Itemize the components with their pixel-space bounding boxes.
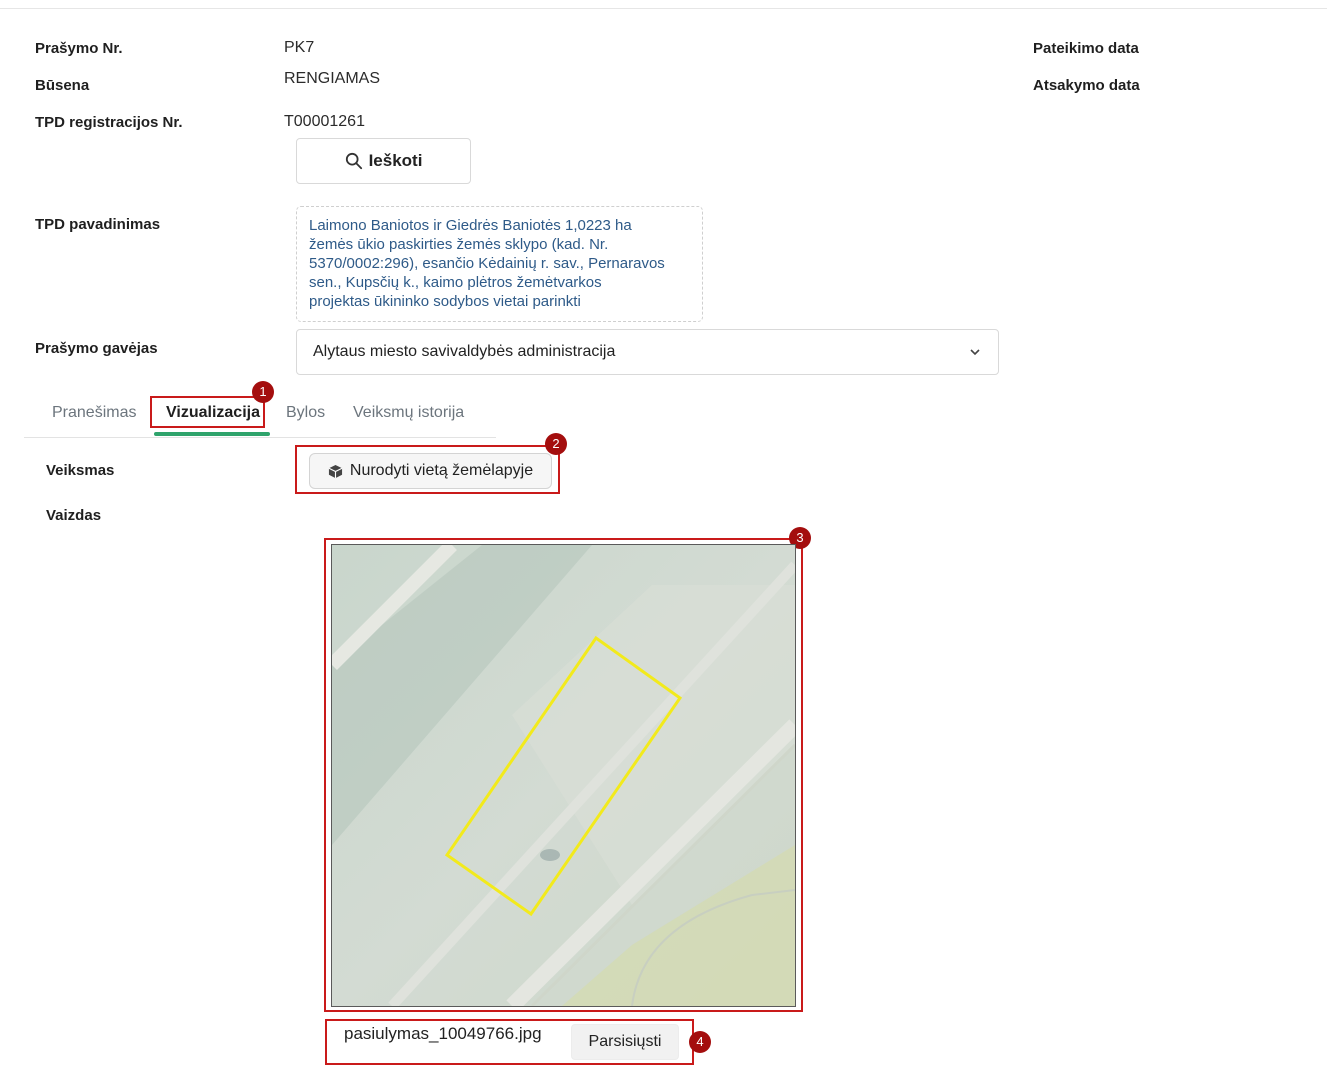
search-icon: [345, 152, 362, 170]
tab-bylos[interactable]: Bylos: [286, 404, 325, 422]
busena-value: RENGIAMAS: [284, 70, 381, 87]
prasymo-nr-value: PK7: [284, 39, 315, 56]
top-divider: [0, 8, 1327, 9]
view-label: Vaizdas: [46, 507, 102, 524]
pateikimo-data-label: Pateikimo data: [1033, 40, 1139, 57]
tab-veiksmu-istorija[interactable]: Veiksmų istorija: [353, 404, 464, 422]
aerial-map-graphic: [332, 545, 795, 1006]
annotation-box-4: [325, 1019, 694, 1065]
tpd-name-line: žemės ūkio paskirties žemės sklypo (kad.…: [309, 236, 609, 253]
tpd-name-line: Laimono Baniotos ir Giedrės Baniotės 1,0…: [309, 217, 632, 234]
prasymo-nr-label: Prašymo Nr.: [35, 40, 123, 57]
tpd-name-line: sen., Kupsčių k., kaimo plėtros žemėtvar…: [309, 274, 602, 291]
search-button-label: Ieškoti: [368, 151, 423, 170]
annotation-badge-4: 4: [689, 1031, 711, 1053]
chevron-down-icon: [970, 349, 980, 356]
active-tab-indicator: [154, 432, 270, 436]
recipient-value: Alytaus miesto savivaldybės administraci…: [313, 343, 616, 360]
tab-pranesimas[interactable]: Pranešimas: [52, 404, 136, 422]
atsakymo-data-label: Atsakymo data: [1033, 77, 1140, 94]
tpd-name-line: 5370/0002:296), esančio Kėdainių r. sav.…: [309, 255, 665, 272]
tpd-name-line: projektas ūkininko sodybos vietai parink…: [309, 293, 581, 310]
tpd-reg-label: TPD registracijos Nr.: [35, 114, 183, 131]
annotation-box-1: [150, 396, 265, 428]
search-button[interactable]: Ieškoti: [296, 138, 471, 184]
tpd-name-label: TPD pavadinimas: [35, 216, 161, 233]
tpd-reg-value: T00001261: [284, 113, 365, 130]
recipient-label: Prašymo gavėjas: [35, 340, 158, 357]
recipient-select[interactable]: Alytaus miesto savivaldybės administraci…: [296, 329, 999, 375]
busena-label: Būsena: [35, 77, 90, 94]
annotation-badge-2: 2: [545, 433, 567, 455]
action-label: Veiksmas: [46, 462, 115, 479]
annotation-badge-1: 1: [252, 381, 274, 403]
tpd-name-field[interactable]: Laimono Baniotos ir Giedrės Baniotės 1,0…: [296, 206, 703, 322]
annotation-box-2: [295, 445, 560, 494]
map-image: [331, 544, 796, 1007]
